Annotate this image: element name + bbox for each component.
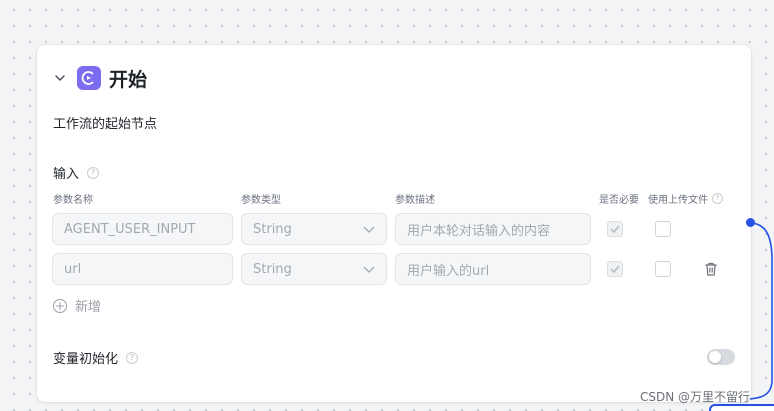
upload-checkbox[interactable] (655, 261, 671, 277)
help-icon[interactable]: ? (126, 351, 139, 364)
output-handle[interactable] (746, 218, 755, 227)
checkbox-icon (610, 265, 620, 274)
chevron-down-icon (363, 226, 375, 233)
param-desc-input[interactable]: 用户输入的url (395, 253, 591, 285)
column-header-type: 参数类型 (241, 195, 281, 206)
add-param-label: 新增 (75, 300, 102, 315)
param-type-value: String (253, 221, 292, 237)
required-checkbox[interactable] (607, 221, 623, 237)
variable-init-toggle[interactable] (707, 349, 735, 365)
upload-header-text: 使用上传文件 (648, 195, 708, 206)
required-checkbox[interactable] (607, 261, 623, 277)
help-icon[interactable]: ? (712, 193, 723, 204)
start-node-icon (77, 66, 101, 90)
checkbox-icon (610, 225, 620, 234)
watermark-text: CSDN @万里不留行 (640, 390, 751, 404)
column-header-required: 是否必要 (599, 195, 639, 206)
column-header-desc: 参数描述 (395, 195, 435, 206)
next-node-card[interactable] (709, 404, 774, 411)
plus-circle-icon: + (53, 298, 67, 313)
upload-checkbox[interactable] (655, 221, 671, 237)
column-header-name: 参数名称 (53, 195, 93, 206)
param-name-input[interactable]: AGENT_USER_INPUT (52, 213, 233, 245)
input-label-text: 输入 (53, 167, 80, 182)
node-title: 开始 (109, 68, 148, 91)
node-header: 开始 (53, 65, 147, 91)
param-type-select[interactable]: String (241, 213, 387, 245)
chevron-down-icon[interactable] (53, 71, 67, 85)
param-name-input[interactable]: url (52, 253, 233, 285)
param-type-select[interactable]: String (241, 253, 387, 285)
param-type-value: String (253, 261, 292, 277)
variable-init-label: 变量初始化 ? (53, 348, 139, 367)
variable-init-text: 变量初始化 (53, 352, 119, 367)
start-node-card[interactable]: 开始 工作流的起始节点 输入 ? 参数名称 参数类型 参数描述 是否必要 使用上… (37, 45, 751, 402)
chevron-down-icon (363, 266, 375, 273)
node-description: 工作流的起始节点 (53, 117, 158, 132)
toggle-knob (709, 351, 721, 363)
help-icon[interactable]: ? (87, 166, 100, 179)
add-param-button[interactable]: + 新增 (53, 296, 101, 315)
input-section-label: 输入 ? (53, 163, 100, 182)
column-header-upload: 使用上传文件 ? (648, 191, 723, 206)
trash-icon[interactable] (703, 261, 719, 277)
param-desc-input[interactable]: 用户本轮对话输入的内容 (395, 213, 591, 245)
